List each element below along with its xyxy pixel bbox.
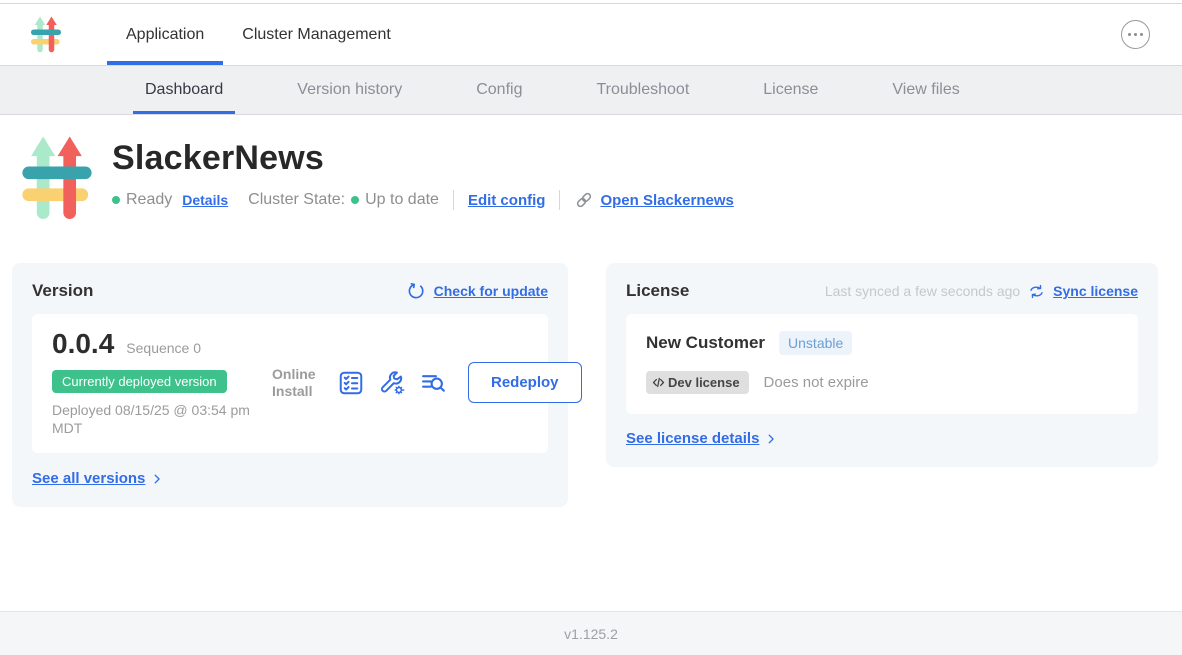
tab-application-label: Application bbox=[126, 26, 204, 44]
dashboard-cards: Version Check for update 0.0.4 Sequ bbox=[0, 228, 1182, 507]
app-header: SlackerNews Ready Details Cluster State:… bbox=[0, 115, 1182, 228]
config-wrench-gear-icon[interactable] bbox=[378, 369, 406, 397]
app-ready-status-dot bbox=[112, 196, 120, 204]
subnav-dashboard-label: Dashboard bbox=[145, 81, 223, 99]
app-status-label: Ready bbox=[126, 191, 172, 209]
version-card: Version Check for update 0.0.4 Sequ bbox=[12, 263, 568, 507]
edit-config-link[interactable]: Edit config bbox=[468, 192, 546, 209]
app-logo-small bbox=[30, 15, 62, 54]
subnav-tab-troubleshoot[interactable]: Troubleshoot bbox=[584, 66, 701, 114]
see-all-versions-link[interactable]: See all versions bbox=[32, 470, 145, 487]
code-icon bbox=[652, 376, 665, 389]
see-license-details-link[interactable]: See license details bbox=[626, 430, 759, 447]
app-footer: v1.125.2 bbox=[0, 611, 1182, 655]
license-type-label: Dev license bbox=[668, 375, 740, 390]
refresh-icon bbox=[406, 281, 426, 301]
tab-cluster-management[interactable]: Cluster Management bbox=[223, 4, 410, 65]
preflight-checklist-icon[interactable] bbox=[337, 369, 365, 397]
divider bbox=[559, 190, 560, 210]
subnav-troubleshoot-label: Troubleshoot bbox=[596, 81, 689, 99]
subnav-version-history-label: Version history bbox=[297, 81, 402, 99]
redeploy-button[interactable]: Redeploy bbox=[468, 362, 582, 403]
slackernews-arrows-logo bbox=[20, 133, 94, 223]
subnav-view-files-label: View files bbox=[892, 81, 959, 99]
version-card-title: Version bbox=[32, 281, 93, 301]
app-logo-large bbox=[20, 133, 94, 228]
open-app-link[interactable]: Open Slackernews bbox=[600, 192, 733, 209]
divider bbox=[453, 190, 454, 210]
version-sequence: Sequence 0 bbox=[126, 340, 201, 356]
app-sub-navigation: Dashboard Version history Config Trouble… bbox=[0, 66, 1182, 115]
admin-console-version: v1.125.2 bbox=[564, 626, 618, 642]
deployed-timestamp: Deployed 08/15/25 @ 03:54 pm MDT bbox=[52, 402, 257, 437]
page-title: SlackerNews bbox=[112, 139, 734, 178]
chevron-right-icon bbox=[150, 472, 164, 486]
cluster-state-dot bbox=[351, 196, 359, 204]
sync-arrows-icon bbox=[1028, 283, 1045, 300]
tab-cluster-management-label: Cluster Management bbox=[242, 26, 391, 44]
check-for-update-link[interactable]: Check for update bbox=[434, 283, 548, 299]
subnav-config-label: Config bbox=[476, 81, 522, 99]
subnav-tab-view-files[interactable]: View files bbox=[880, 66, 971, 114]
channel-badge: Unstable bbox=[779, 331, 852, 355]
cluster-state-value: Up to date bbox=[365, 191, 439, 209]
chain-link-icon bbox=[574, 190, 594, 210]
status-details-link[interactable]: Details bbox=[182, 192, 228, 208]
subnav-tab-config[interactable]: Config bbox=[464, 66, 534, 114]
top-navigation-bar: Application Cluster Management bbox=[0, 4, 1182, 66]
license-card: License Last synced a few seconds ago Sy… bbox=[606, 263, 1158, 467]
install-type-label: Online Install bbox=[272, 366, 324, 400]
subnav-license-label: License bbox=[763, 81, 818, 99]
license-details-box: New Customer Unstable Dev license Does n… bbox=[626, 314, 1138, 414]
version-number: 0.0.4 bbox=[52, 328, 114, 360]
currently-deployed-badge: Currently deployed version bbox=[52, 370, 227, 393]
subnav-tab-version-history[interactable]: Version history bbox=[285, 66, 414, 114]
deploy-logs-icon[interactable] bbox=[419, 369, 447, 397]
subnav-tab-license[interactable]: License bbox=[751, 66, 830, 114]
license-card-title: License bbox=[626, 281, 689, 301]
cluster-state-label: Cluster State: bbox=[248, 191, 345, 209]
app-status-row: Ready Details Cluster State: Up to date … bbox=[112, 190, 734, 210]
last-synced-note: Last synced a few seconds ago bbox=[825, 283, 1020, 299]
tab-application[interactable]: Application bbox=[107, 4, 223, 65]
slackernews-arrows-logo bbox=[30, 15, 62, 54]
license-type-badge: Dev license bbox=[646, 371, 749, 394]
chevron-right-icon bbox=[764, 432, 778, 446]
license-expiry: Does not expire bbox=[764, 374, 869, 391]
main-content: SlackerNews Ready Details Cluster State:… bbox=[0, 115, 1182, 611]
ellipsis-menu-icon[interactable] bbox=[1121, 20, 1150, 49]
sync-license-link[interactable]: Sync license bbox=[1053, 283, 1138, 299]
subnav-tab-dashboard[interactable]: Dashboard bbox=[133, 66, 235, 114]
current-version-box: 0.0.4 Sequence 0 Currently deployed vers… bbox=[32, 314, 548, 453]
customer-name: New Customer bbox=[646, 333, 765, 353]
